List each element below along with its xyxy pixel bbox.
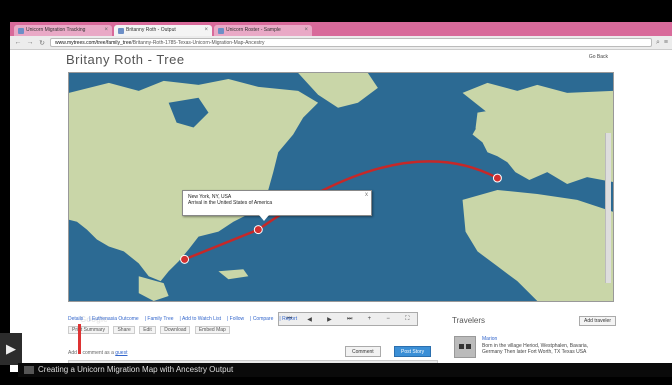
back-icon[interactable]: ← (14, 39, 22, 46)
link-follow[interactable]: Follow (230, 316, 244, 322)
edit-button[interactable]: Edit (139, 326, 156, 334)
migration-map[interactable] (68, 72, 614, 302)
browser-tab-3[interactable]: Unicorn Roster - Sample × (214, 25, 312, 36)
comment-login-line: Add a comment as a guest (68, 350, 127, 356)
add-traveler-button[interactable]: Add traveler (579, 316, 616, 326)
browser-tab-2[interactable]: Britanny Roth - Output × (114, 25, 212, 36)
link-family-tree[interactable]: Family Tree (147, 316, 173, 322)
login-prefix: Add a comment as a (68, 350, 114, 356)
download-button[interactable]: Download (160, 326, 191, 334)
traveler-name[interactable]: Marion (482, 336, 497, 342)
origin-marker[interactable] (180, 254, 190, 264)
close-icon[interactable]: × (304, 25, 308, 36)
browser-window: Unicorn Migration Tracking × Britanny Ro… (10, 22, 672, 372)
video-caption: Creating a Unicorn Migration Map with An… (18, 363, 672, 377)
favicon-icon (18, 27, 24, 34)
traveler-detail: Born in the village Heriod, Westphalen, … (482, 343, 589, 355)
travelers-title: Travelers (452, 316, 486, 325)
forward-icon[interactable]: → (26, 39, 34, 46)
link-details[interactable]: Details (68, 316, 83, 322)
share-options: Print Summary Share Edit Download Embed … (68, 326, 233, 334)
browser-tab-1[interactable]: Unicorn Migration Tracking × (14, 25, 112, 36)
link-report[interactable]: Report (282, 316, 297, 322)
tab-label: Unicorn Roster - Sample (226, 27, 281, 33)
caption-text: Creating a Unicorn Migration Map with An… (38, 365, 234, 374)
page-content: Britany Roth - Tree Go Back New York, NY… (10, 50, 672, 372)
video-play-button[interactable]: ▶ (0, 333, 22, 365)
reload-icon[interactable]: ↻ (38, 39, 46, 47)
search-icon[interactable]: ⌕ (656, 39, 660, 47)
address-bar[interactable]: www.mytrees.com/tree/family_tree/Britann… (50, 38, 652, 47)
menu-icon[interactable]: ≡ (664, 39, 668, 46)
map-info-popup: New York, NY, USA Arrival in the United … (182, 190, 372, 221)
action-links: Details | Euthenasia Outcome | Family Tree… (68, 316, 298, 322)
thumbnail-icon (24, 365, 34, 374)
share-button[interactable]: Share (113, 326, 135, 334)
close-icon[interactable]: × (104, 25, 108, 36)
close-icon[interactable]: x (365, 192, 368, 198)
video-frame: Unicorn Migration Tracking × Britanny Ro… (0, 0, 672, 385)
post-story-button[interactable]: Post Story (394, 346, 432, 357)
address-domain: www.mytrees.com/tree/family_tree (55, 40, 132, 46)
popup-description: Arrival in the United States of America (188, 200, 273, 206)
destination-marker[interactable] (492, 173, 502, 183)
comment-button[interactable]: Comment (345, 346, 381, 357)
address-path: /Britanny-Roth-1785-Texas-Unicorn-Migrat… (131, 40, 265, 46)
map-scrollbar[interactable] (605, 133, 611, 283)
close-icon[interactable]: × (204, 25, 208, 36)
guest-link[interactable]: guest (115, 350, 127, 356)
link-outcome[interactable]: Euthenasia Outcome (92, 316, 139, 322)
print-button[interactable]: Print Summary (68, 326, 110, 334)
link-watch-list[interactable]: Add to Watch List (182, 316, 221, 322)
favicon-icon (218, 27, 224, 34)
tab-label: Unicorn Migration Tracking (26, 27, 86, 33)
browser-toolbar: ← → ↻ www.mytrees.com/tree/family_tree/B… (10, 36, 672, 50)
tab-label: Britanny Roth - Output (126, 27, 176, 33)
timeline-marker (78, 324, 81, 354)
map-canvas (69, 73, 613, 301)
waypoint-marker[interactable] (253, 225, 263, 235)
go-back-link[interactable]: Go Back (589, 54, 608, 60)
popup-tail (259, 215, 269, 221)
page-title: Britany Roth - Tree (66, 52, 185, 67)
play-icon: ▶ (6, 341, 16, 356)
favicon-icon (118, 27, 124, 34)
avatar[interactable] (454, 336, 476, 358)
link-compare[interactable]: Compare (253, 316, 274, 322)
embed-button[interactable]: Embed Map (194, 326, 230, 334)
tab-strip: Unicorn Migration Tracking × Britanny Ro… (10, 22, 672, 36)
